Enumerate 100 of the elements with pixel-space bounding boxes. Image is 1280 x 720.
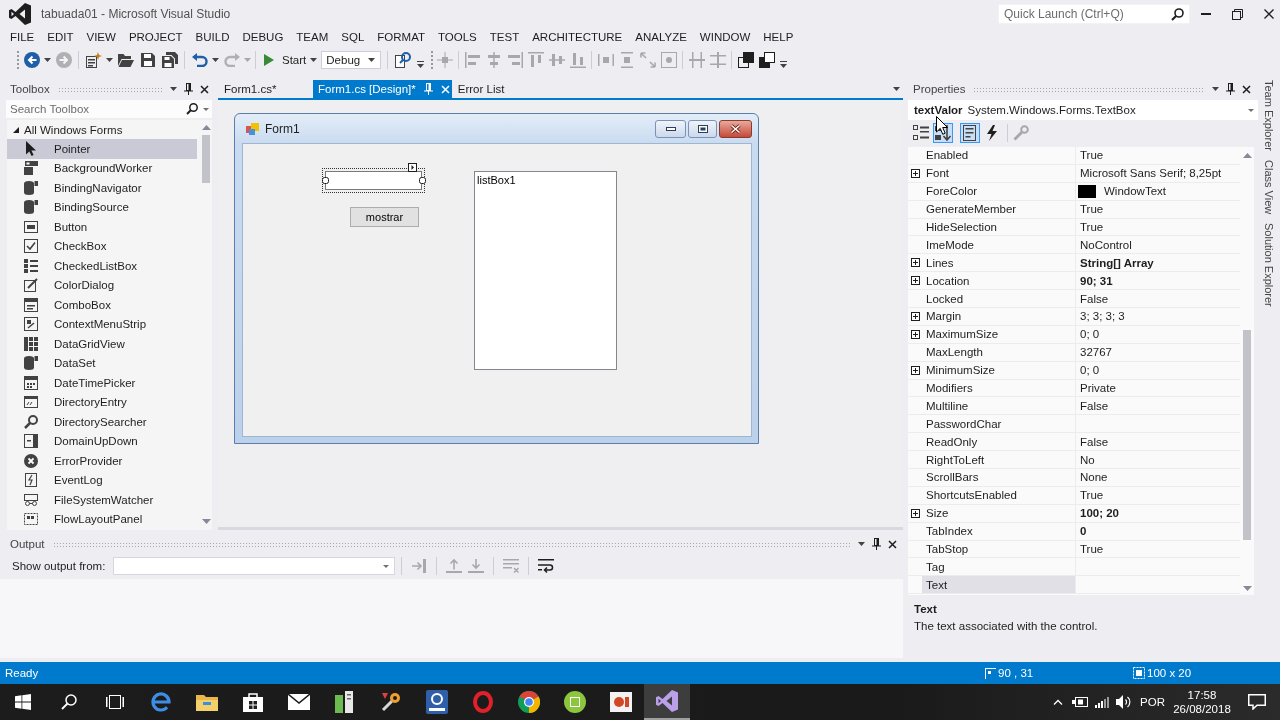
property-value[interactable]: True xyxy=(1076,218,1240,236)
expander-icon[interactable] xyxy=(13,126,19,133)
back-icon[interactable] xyxy=(23,52,40,68)
menu-item[interactable]: SQL xyxy=(334,31,371,43)
toolbox-item[interactable]: ErrorProvider xyxy=(7,451,197,471)
signal-icon[interactable] xyxy=(1095,696,1109,708)
property-value[interactable]: 0; 0 xyxy=(1076,325,1240,343)
overflow-icon[interactable] xyxy=(417,60,425,68)
property-name[interactable]: TabStop xyxy=(922,540,1076,558)
overflow-icon[interactable] xyxy=(780,60,788,68)
property-name[interactable]: MaximumSize xyxy=(922,325,1076,343)
round-app-icon[interactable] xyxy=(564,691,586,713)
menu-item[interactable]: VIEW xyxy=(80,31,123,43)
toolbox-item[interactable]: FlowLayoutPanel xyxy=(7,509,197,529)
task-view-icon[interactable] xyxy=(106,695,124,709)
form-window[interactable]: Form1 mostrar listBox1 xyxy=(234,113,759,444)
menu-item[interactable]: BUILD xyxy=(189,31,236,43)
shopping-bag-icon[interactable] xyxy=(243,692,263,712)
property-name[interactable]: Enabled xyxy=(922,147,1076,164)
ribbon-logo-icon[interactable] xyxy=(656,690,678,712)
toolbox-item[interactable]: DirectorySearcher xyxy=(7,412,197,432)
caret-icon[interactable] xyxy=(383,564,390,568)
word-wrap-icon[interactable] xyxy=(538,558,555,574)
start-button[interactable]: Start xyxy=(259,50,310,70)
menu-item[interactable]: PROJECT xyxy=(122,31,190,43)
property-name[interactable]: ScrollBars xyxy=(922,469,1076,486)
toolbox-item[interactable]: EventLog xyxy=(7,470,197,490)
pin-icon[interactable] xyxy=(872,538,881,550)
toolbox-item[interactable]: FileSystemWatcher xyxy=(7,490,197,510)
property-value[interactable]: 0 xyxy=(1076,522,1240,540)
undo-icon[interactable] xyxy=(191,53,208,67)
volume-icon[interactable] xyxy=(1116,695,1132,709)
form-button[interactable]: mostrar xyxy=(350,207,419,227)
toolbar-grip[interactable] xyxy=(16,50,20,70)
close-icon[interactable] xyxy=(1242,84,1251,94)
menu-item[interactable]: TOOLS xyxy=(431,31,484,43)
toolbox-item[interactable]: CheckBox xyxy=(7,236,197,256)
battery-icon[interactable] xyxy=(1072,696,1088,708)
search-icon[interactable] xyxy=(186,103,198,115)
chevron-up-icon[interactable] xyxy=(1053,699,1063,705)
property-value[interactable]: None xyxy=(1076,469,1240,486)
toolbox-item[interactable]: DateTimePicker xyxy=(7,373,197,393)
toolbox-item[interactable]: BindingNavigator xyxy=(7,178,197,198)
expand-icon[interactable] xyxy=(910,365,920,375)
property-name[interactable]: TabIndex xyxy=(922,522,1076,540)
property-name[interactable]: Size xyxy=(922,504,1076,522)
property-value[interactable]: True xyxy=(1076,540,1240,558)
menu-item[interactable]: FORMAT xyxy=(370,31,432,43)
property-value[interactable]: 0; 0 xyxy=(1076,361,1240,379)
caret-icon[interactable] xyxy=(893,87,900,91)
taskbar-button[interactable] xyxy=(644,684,690,720)
property-name[interactable]: HideSelection xyxy=(922,218,1076,236)
toolbox-item[interactable]: BindingSource xyxy=(7,197,197,217)
folder-icon[interactable] xyxy=(117,53,134,67)
property-name[interactable]: Margin xyxy=(922,308,1076,325)
caret-icon[interactable] xyxy=(858,542,865,546)
search-icon[interactable] xyxy=(61,694,77,710)
menu-item[interactable]: WINDOW xyxy=(693,31,757,43)
property-name[interactable]: ShortcutsEnabled xyxy=(922,486,1076,504)
close-icon[interactable] xyxy=(888,539,897,549)
pin-icon[interactable] xyxy=(184,83,193,95)
book-icon[interactable] xyxy=(335,691,355,713)
minimize-button[interactable] xyxy=(655,119,686,138)
caret-icon[interactable] xyxy=(170,87,177,91)
property-value[interactable]: 32767 xyxy=(1076,343,1240,361)
menu-item[interactable]: TEAM xyxy=(289,31,335,43)
toolbox-item[interactable]: Pointer xyxy=(7,139,197,159)
close-icon[interactable] xyxy=(200,84,209,94)
e-logo-icon[interactable] xyxy=(151,692,171,712)
caret-icon[interactable] xyxy=(1248,108,1254,112)
quick-launch-field[interactable]: Quick Launch (Ctrl+Q) xyxy=(998,4,1190,24)
side-tab[interactable]: Solution Explorer xyxy=(1263,223,1275,307)
restore-icon[interactable] xyxy=(1232,8,1243,20)
resize-handle-icon[interactable] xyxy=(418,177,426,184)
property-name[interactable]: Modifiers xyxy=(922,379,1076,397)
toolbox-item[interactable]: DomainUpDown xyxy=(7,431,197,451)
notification-icon[interactable] xyxy=(1248,694,1266,710)
side-tab[interactable]: Team Explorer xyxy=(1263,80,1275,151)
windows-logo-icon[interactable] xyxy=(15,694,31,710)
property-name[interactable]: MaxLength xyxy=(922,343,1076,361)
toolbox-item[interactable]: DirectoryEntry xyxy=(7,392,197,412)
expand-icon[interactable] xyxy=(910,276,920,286)
menu-item[interactable]: ARCHITECTURE xyxy=(525,31,629,43)
emblem-icon[interactable] xyxy=(426,690,448,714)
menu-item[interactable]: DEBUG xyxy=(235,31,290,43)
toolbox-item[interactable]: ColorDialog xyxy=(7,275,197,295)
property-name[interactable]: Text xyxy=(922,576,1076,594)
property-value[interactable]: False xyxy=(1076,290,1240,307)
presentation-icon[interactable] xyxy=(610,692,632,712)
close-icon[interactable] xyxy=(1264,9,1274,19)
expand-icon[interactable] xyxy=(910,258,920,268)
expand-icon[interactable] xyxy=(910,311,920,321)
maximize-button[interactable] xyxy=(688,119,717,138)
bring-to-front-icon[interactable] xyxy=(737,52,754,68)
smart-tag-icon[interactable] xyxy=(408,163,417,172)
search-icon[interactable] xyxy=(1171,7,1184,21)
envelope-icon[interactable] xyxy=(288,694,310,710)
toolbox-item[interactable]: BackgroundWorker xyxy=(7,158,197,178)
scroll-down-icon[interactable] xyxy=(1242,585,1252,591)
property-value[interactable]: Private xyxy=(1076,379,1240,397)
